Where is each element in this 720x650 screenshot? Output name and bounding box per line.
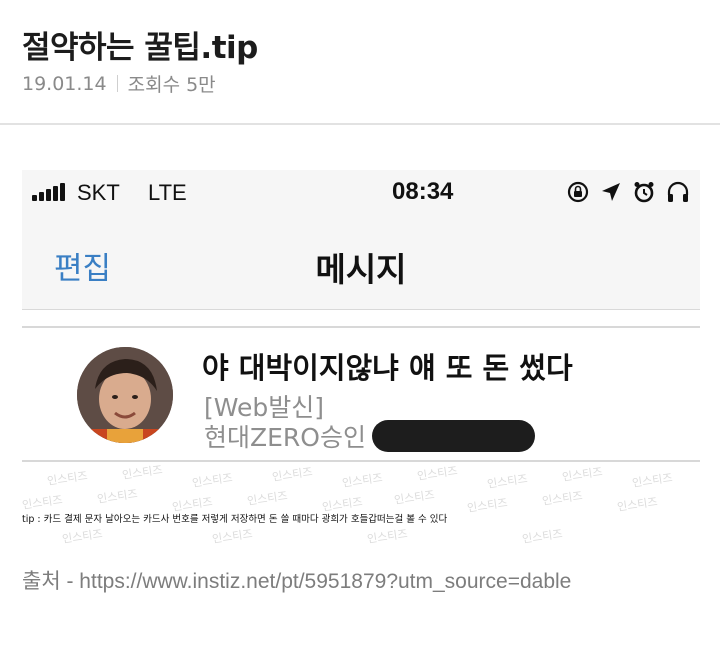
divider [22,326,700,328]
redaction-bar [371,420,535,452]
status-bar: SKT LTE 08:34 [22,170,700,215]
watermark: 인스티즈 [211,527,254,545]
source-link[interactable]: 출처 - https://www.instiz.net/pt/5951879?u… [22,565,712,598]
watermark: 인스티즈 [246,489,289,508]
view-count: 조회수 5만 [127,74,216,96]
location-arrow-icon [600,181,622,203]
nav-bar: 편집 메시지 [22,215,700,310]
signal-strength-icon [32,183,65,201]
avatar [77,347,173,443]
carrier-label: SKT [77,180,120,205]
watermark: 인스티즈 [121,463,164,482]
watermark: 인스티즈 [631,471,674,490]
post-meta: 19.01.14 조회수 5만 [22,70,216,97]
headphones-icon [666,180,690,204]
watermark: 인스티즈 [46,469,89,488]
watermark: 인스티즈 [541,489,584,508]
watermark: 인스티즈 [61,527,104,545]
message-line: 현대ZERO승인 [204,418,535,454]
watermark: 인스티즈 [561,465,604,484]
watermark: 인스티즈 [366,527,409,545]
nav-title: 메시지 [315,250,407,289]
watermark: 인스티즈 [271,465,314,484]
watermark: 인스티즈 [521,527,564,545]
contact-message-card: 야 대박이지않냐 얘 또 돈 썼다 [Web발신] 현대ZERO승인 인스티즈 … [22,310,700,545]
status-time: 08:34 [392,178,454,205]
watermark: 인스티즈 [393,488,436,507]
message-preview: 현대ZERO승인 [204,423,366,452]
watermark: 인스티즈 [416,464,459,483]
watermark: 인스티즈 [466,496,509,515]
post-title: 절약하는 꿀팁.tip [22,30,258,66]
embedded-screenshot: SKT LTE 08:34 편집 메시지 야 대박이지않냐 얘 또 돈 썼다 [… [22,170,700,545]
watermark: 인스티즈 [341,471,384,490]
status-icons [566,180,690,204]
watermark: 인스티즈 [96,487,139,506]
watermark: 인스티즈 [616,495,659,514]
header-divider [0,123,720,125]
message-title: 야 대박이지않냐 얘 또 돈 썼다 [202,351,573,385]
watermark: 인스티즈 [22,493,64,512]
tip-caption: tip : 카드 결제 문자 날아오는 카드사 번호를 저렇게 저장하면 돈 쓸… [22,511,448,525]
watermark-layer: 인스티즈 인스티즈 인스티즈 인스티즈 인스티즈 인스티즈 인스티즈 인스티즈 … [22,462,700,545]
watermark: 인스티즈 [486,472,529,491]
rotation-lock-icon [566,180,590,204]
meta-divider [116,75,118,92]
alarm-icon [632,180,656,204]
network-label: LTE [148,180,187,205]
watermark: 인스티즈 [191,471,234,490]
post-date: 19.01.14 [22,72,107,95]
